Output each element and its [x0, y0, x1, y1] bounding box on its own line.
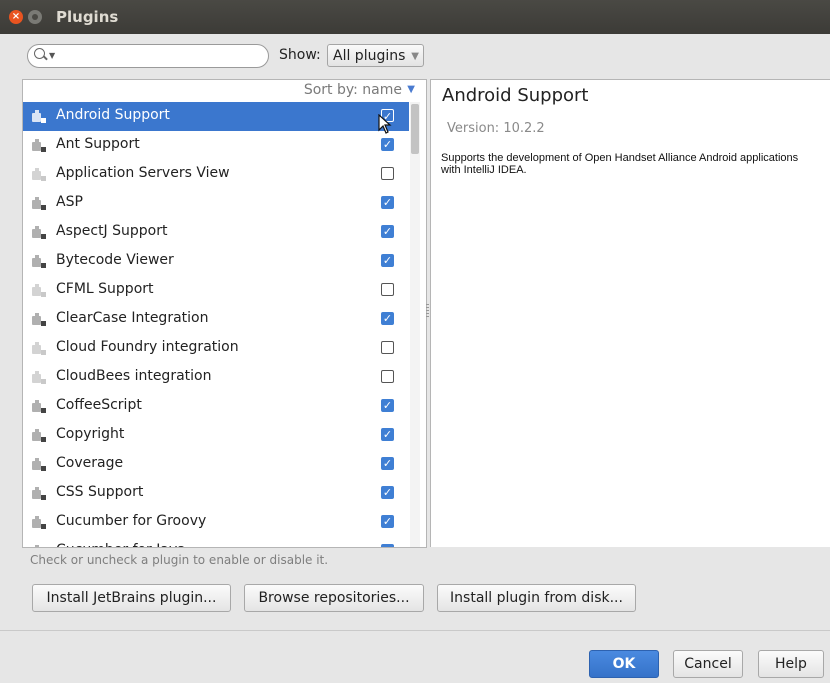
search-icon: [34, 48, 45, 59]
plugin-row[interactable]: CoffeeScript ✓: [23, 392, 409, 421]
plugin-row[interactable]: Ant Support ✓: [23, 131, 409, 160]
plugin-icon: [32, 429, 46, 442]
plugin-name: Application Servers View: [56, 165, 230, 181]
browse-repositories-button[interactable]: Browse repositories...: [244, 584, 424, 612]
plugin-row[interactable]: CFML Support: [23, 276, 409, 305]
plugin-details: Android Support Version: 10.2.2 Supports…: [430, 79, 830, 547]
plugin-icon: [32, 342, 46, 355]
plugin-row[interactable]: AspectJ Support ✓: [23, 218, 409, 247]
plugin-name: Android Support: [56, 107, 170, 123]
sort-label[interactable]: Sort by: name: [304, 82, 402, 98]
plugin-row[interactable]: CSS Support ✓: [23, 479, 409, 508]
plugin-icon: [32, 545, 45, 547]
plugin-icon: [32, 226, 46, 239]
plugin-icon: [32, 400, 46, 413]
cancel-button[interactable]: Cancel: [673, 650, 743, 678]
splitter-grip-icon: [426, 304, 429, 318]
show-filter-value: All plugins: [333, 48, 406, 64]
plugin-icon: [32, 487, 46, 500]
show-filter-dropdown[interactable]: All plugins ▼: [327, 44, 424, 67]
details-description: Supports the development of Open Handset…: [441, 152, 799, 176]
footer-divider: [0, 630, 830, 631]
plugin-enabled-checkbox[interactable]: ✓: [381, 428, 394, 441]
title-bar: × Plugins: [0, 0, 830, 34]
plugin-enabled-checkbox[interactable]: ✓: [381, 312, 394, 325]
plugin-icon: [32, 284, 46, 297]
details-title: Android Support: [442, 85, 589, 106]
plugin-row[interactable]: Application Servers View: [23, 160, 409, 189]
plugin-row[interactable]: ClearCase Integration ✓: [23, 305, 409, 334]
plugin-name: Ant Support: [56, 136, 140, 152]
plugin-name: Cucumber for Java: [56, 542, 186, 547]
plugin-name: Bytecode Viewer: [56, 252, 174, 268]
plugin-icon: [32, 168, 46, 181]
plugin-name: CFML Support: [56, 281, 154, 297]
search-options-icon[interactable]: ▼: [49, 51, 55, 60]
plugin-row[interactable]: Bytecode Viewer ✓: [23, 247, 409, 276]
plugin-row[interactable]: Cloud Foundry integration: [23, 334, 409, 363]
plugin-list: Sort by: name ▼ Android Support ✓ Ant Supp…: [22, 79, 427, 548]
search-input[interactable]: [62, 47, 261, 66]
plugin-name: CoffeeScript: [56, 397, 142, 413]
plugin-name: ASP: [56, 194, 83, 210]
plugin-enabled-checkbox[interactable]: ✓: [381, 544, 394, 547]
plugin-enabled-checkbox[interactable]: [381, 341, 394, 354]
scrollbar-thumb[interactable]: [411, 104, 419, 154]
plugin-enabled-checkbox[interactable]: ✓: [381, 515, 394, 528]
install-jetbrains-plugin-button[interactable]: Install JetBrains plugin...: [32, 584, 231, 612]
install-from-disk-button[interactable]: Install plugin from disk...: [437, 584, 636, 612]
plugin-icon: [32, 458, 46, 471]
plugin-name: CloudBees integration: [56, 368, 212, 384]
plugin-row[interactable]: Cucumber for Groovy ✓: [23, 508, 409, 537]
plugin-name: Cucumber for Groovy: [56, 513, 207, 529]
search-field[interactable]: ▼: [27, 44, 269, 68]
plugin-icon: [32, 516, 46, 529]
plugin-enabled-checkbox[interactable]: ✓: [381, 196, 394, 209]
plugin-name: Coverage: [56, 455, 124, 471]
plugin-icon: [32, 139, 46, 152]
plugin-row[interactable]: Copyright ✓: [23, 421, 409, 450]
plugin-enabled-checkbox[interactable]: [381, 283, 394, 296]
plugin-enabled-checkbox[interactable]: ✓: [381, 457, 394, 470]
plugin-row[interactable]: Coverage ✓: [23, 450, 409, 479]
plugin-row[interactable]: CloudBees integration: [23, 363, 409, 392]
plugin-rows: Android Support ✓ Ant Support ✓ Application …: [23, 102, 409, 547]
plugin-name: Cloud Foundry integration: [56, 339, 239, 355]
sort-arrow-icon[interactable]: ▼: [407, 84, 415, 95]
plugin-icon: [32, 197, 46, 210]
plugin-enabled-checkbox[interactable]: ✓: [381, 138, 394, 151]
plugin-enabled-checkbox[interactable]: ✓: [381, 486, 394, 499]
sort-control[interactable]: Sort by: name ▼: [23, 80, 426, 102]
plugin-name: Copyright: [56, 426, 125, 442]
show-label: Show:: [279, 47, 321, 63]
hint-text: Check or uncheck a plugin to enable or d…: [30, 553, 329, 567]
plugin-row[interactable]: Android Support ✓: [23, 102, 409, 131]
plugin-icon: [32, 255, 46, 268]
details-version: Version: 10.2.2: [447, 121, 545, 136]
plugin-icon: [32, 313, 46, 326]
list-scrollbar[interactable]: [410, 102, 420, 547]
plugin-icon: [32, 110, 46, 123]
close-icon[interactable]: ×: [9, 10, 23, 24]
mouse-cursor-icon: [378, 114, 392, 134]
plugin-enabled-checkbox[interactable]: [381, 370, 394, 383]
window-title: Plugins: [56, 8, 119, 26]
plugin-enabled-checkbox[interactable]: ✓: [381, 225, 394, 238]
plugin-enabled-checkbox[interactable]: ✓: [381, 399, 394, 412]
plugin-name: AspectJ Support: [56, 223, 168, 239]
plugin-row[interactable]: ASP ✓: [23, 189, 409, 218]
plugin-icon: [32, 371, 46, 384]
plugin-name: ClearCase Integration: [56, 310, 209, 326]
plugin-name: CSS Support: [56, 484, 144, 500]
minimize-icon[interactable]: [28, 10, 42, 24]
plugin-enabled-checkbox[interactable]: ✓: [381, 254, 394, 267]
help-button[interactable]: Help: [758, 650, 824, 678]
plugin-enabled-checkbox[interactable]: [381, 167, 394, 180]
plugin-row[interactable]: Cucumber for Java ✓: [23, 537, 409, 547]
ok-button[interactable]: OK: [589, 650, 659, 678]
chevron-down-icon: ▼: [411, 51, 419, 62]
